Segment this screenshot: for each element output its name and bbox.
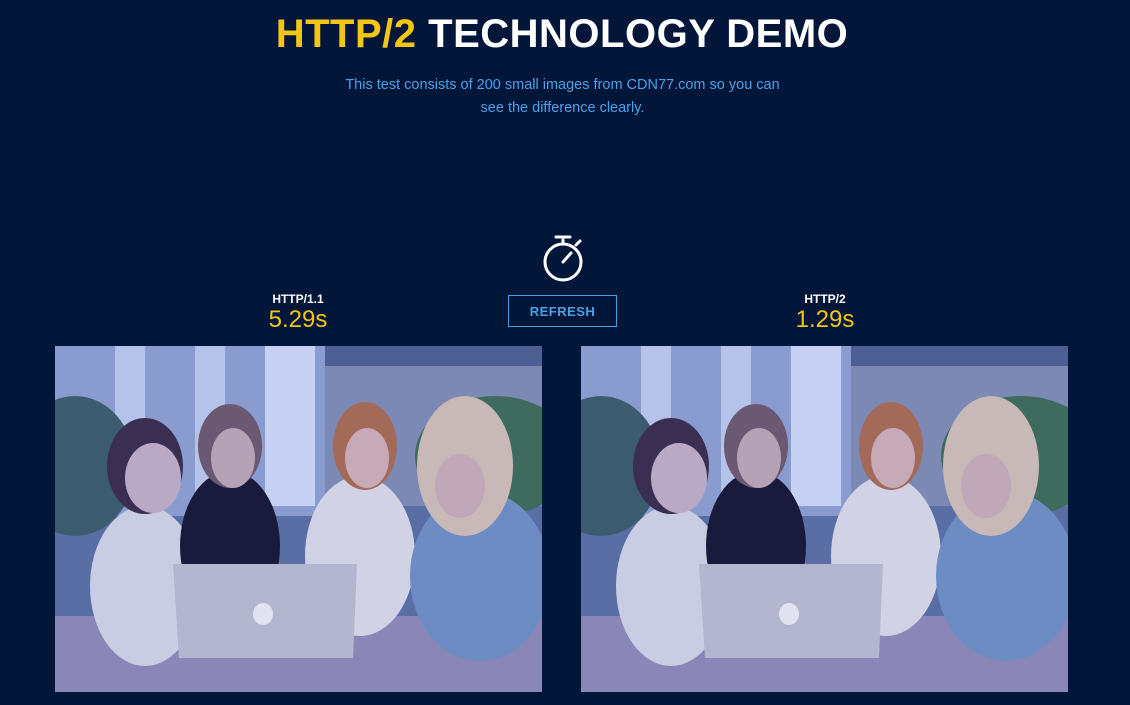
http1-result: HTTP/1.1 5.29s xyxy=(218,292,378,334)
http2-demo-image xyxy=(581,346,1068,692)
subtitle: This test consists of 200 small images f… xyxy=(345,77,780,116)
refresh-button[interactable]: REFRESH xyxy=(508,295,617,327)
http2-time: 1.29s xyxy=(795,306,855,333)
stopwatch-icon xyxy=(540,232,586,284)
http1-label: HTTP/1.1 xyxy=(272,292,324,306)
title-accent: HTTP/2 xyxy=(275,12,417,56)
page-title: HTTP/2 TECHNOLOGY DEMO xyxy=(0,12,1124,56)
http2-result: HTTP/2 1.29s xyxy=(745,292,905,334)
http2-label: HTTP/2 xyxy=(804,292,846,306)
http1-time: 5.29s xyxy=(268,306,328,333)
http1-demo-image xyxy=(55,346,542,692)
title-rest: TECHNOLOGY DEMO xyxy=(416,12,849,56)
page: HTTP/2 TECHNOLOGY DEMO This test consist… xyxy=(0,0,1130,705)
